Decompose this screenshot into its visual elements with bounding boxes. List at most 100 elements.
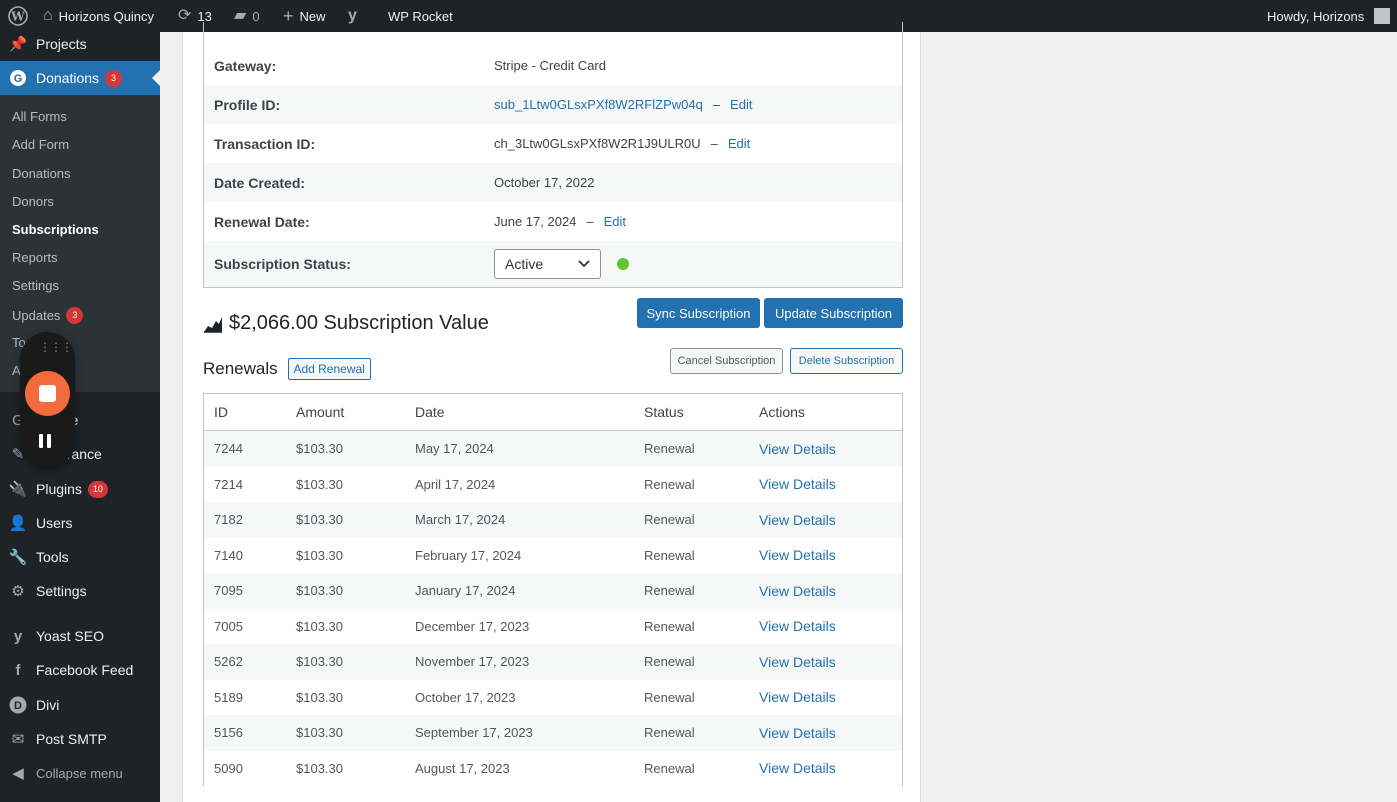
renewal-id: 7095: [214, 583, 243, 599]
view-details-link[interactable]: View Details: [759, 512, 836, 528]
renewal-date: August 17, 2023: [415, 760, 510, 776]
renewals-table-header: ID Amount Date Status Actions: [204, 394, 902, 431]
column-status: Status: [644, 404, 684, 420]
menu-yoast-seo[interactable]: y Yoast SEO: [0, 619, 160, 653]
submenu-settings[interactable]: Settings: [12, 278, 59, 293]
menu-label: Collapse menu: [36, 765, 123, 781]
table-row: 5189 $103.30 October 17, 2023 Renewal View D…: [204, 680, 902, 716]
subscription-details-table: Gateway: Stripe - Credit Card Profile ID…: [203, 22, 903, 288]
menu-label: Users: [36, 515, 73, 531]
renewal-status: Renewal: [644, 654, 695, 670]
submenu-add-form[interactable]: Add Form: [12, 137, 69, 152]
avatar: [1374, 8, 1391, 24]
menu-label: Settings: [36, 583, 87, 599]
renewal-date-edit-link[interactable]: Edit: [604, 214, 626, 229]
my-account-link[interactable]: Howdy, Horizons: [1267, 0, 1391, 32]
renewals-table: ID Amount Date Status Actions 7244 $103.3…: [203, 393, 903, 786]
renewal-status: Renewal: [644, 512, 695, 528]
profile-id-edit-link[interactable]: Edit: [730, 97, 752, 112]
pause-icon: [39, 434, 43, 448]
column-amount: Amount: [296, 404, 345, 420]
submenu-all-forms[interactable]: All Forms: [12, 109, 67, 124]
subscription-value-text: $2,066.00 Subscription Value: [229, 312, 489, 334]
renewal-status: Renewal: [644, 689, 695, 705]
cancel-subscription-button[interactable]: Cancel Subscription: [670, 348, 783, 374]
renewal-amount: $103.30: [296, 441, 343, 457]
renewal-id: 7140: [214, 547, 243, 563]
renewal-date-value: June 17, 2024: [494, 214, 577, 229]
table-row: 7095 $103.30 January 17, 2024 Renewal View D…: [204, 573, 902, 609]
stop-recording-button[interactable]: [25, 371, 70, 416]
submenu-donors[interactable]: Donors: [12, 194, 54, 209]
view-details-link[interactable]: View Details: [759, 689, 836, 705]
tools-icon: 🔧: [8, 549, 28, 566]
menu-label: Post SMTP: [36, 731, 107, 747]
subscription-status-label: Subscription Status:: [214, 256, 351, 272]
table-row: 7244 $103.30 May 17, 2024 Renewal View Detai…: [204, 431, 902, 467]
view-details-link[interactable]: View Details: [759, 583, 836, 599]
transaction-id-value: ch_3Ltw0GLsxPXf8W2R1J9ULR0U: [494, 136, 701, 151]
view-details-link[interactable]: View Details: [759, 441, 836, 457]
column-actions: Actions: [759, 404, 805, 420]
renewals-title: Renewals: [203, 359, 278, 378]
svg-text:D: D: [14, 700, 22, 712]
delete-subscription-button[interactable]: Delete Subscription: [790, 348, 903, 374]
plugins-icon: 🔌: [8, 481, 28, 498]
users-icon: 👤: [8, 515, 28, 532]
svg-text:G: G: [14, 73, 23, 85]
subscription-status-select[interactable]: Active: [494, 249, 601, 279]
transaction-id-edit-link[interactable]: Edit: [728, 136, 750, 151]
view-details-link[interactable]: View Details: [759, 547, 836, 563]
menu-label: Yoast SEO: [36, 628, 104, 644]
details-row-date-created: Date Created: October 17, 2022: [204, 163, 902, 202]
renewal-date: March 17, 2024: [415, 512, 506, 528]
renewal-date: October 17, 2023: [415, 689, 516, 705]
give-icon: G: [0, 69, 36, 87]
view-details-link[interactable]: View Details: [759, 618, 836, 634]
updates-badge: 3: [66, 307, 84, 324]
view-details-link[interactable]: View Details: [759, 476, 836, 492]
menu-projects[interactable]: 📌 Projects: [0, 27, 160, 61]
details-row-status: Subscription Status: Active: [204, 241, 902, 287]
menu-divi[interactable]: D Divi: [0, 688, 160, 722]
submenu-subscriptions[interactable]: Subscriptions: [12, 222, 99, 237]
update-subscription-button[interactable]: Update Subscription: [764, 298, 903, 328]
menu-post-smtp[interactable]: ✉ Post SMTP: [0, 722, 160, 756]
submenu-updates[interactable]: Updates 3: [12, 307, 84, 324]
table-row: 5156 $103.30 September 17, 2023 Renewal View…: [204, 715, 902, 751]
sync-subscription-button[interactable]: Sync Subscription: [637, 298, 760, 328]
details-row-transaction-id: Transaction ID: ch_3Ltw0GLsxPXf8W2R1J9UL…: [214, 135, 751, 152]
menu-tools[interactable]: 🔧 Tools: [0, 540, 160, 574]
submenu-donations[interactable]: Donations: [12, 166, 71, 181]
menu-settings[interactable]: ⚙ Settings: [0, 574, 160, 608]
renewal-date: May 17, 2024: [415, 441, 494, 457]
renewal-status: Renewal: [644, 476, 695, 492]
table-row: 5262 $103.30 November 17, 2023 Renewal View …: [204, 644, 902, 680]
menu-users[interactable]: 👤 Users: [0, 506, 160, 540]
pause-recording-button[interactable]: [39, 434, 51, 448]
submenu-reports[interactable]: Reports: [12, 250, 58, 265]
menu-label: Tools: [36, 549, 69, 565]
table-row: 7005 $103.30 December 17, 2023 Renewal View …: [204, 609, 902, 645]
howdy-text: Howdy, Horizons: [1267, 8, 1365, 24]
date-created-value: October 17, 2022: [494, 175, 595, 190]
table-row: 5090 $103.30 August 17, 2023 Renewal View De…: [204, 751, 902, 787]
profile-id-label: Profile ID:: [214, 96, 281, 113]
main-content: Gateway: Stripe - Credit Card Profile ID…: [160, 22, 1397, 802]
renewal-id: 7005: [214, 618, 243, 634]
renewal-status: Renewal: [644, 760, 695, 776]
add-renewal-button[interactable]: Add Renewal: [287, 358, 371, 380]
menu-plugins[interactable]: 🔌 Plugins 10: [0, 472, 160, 506]
view-details-link[interactable]: View Details: [759, 725, 836, 741]
profile-id-link[interactable]: sub_1Ltw0GLsxPXf8W2RFlZPw04q: [494, 97, 703, 112]
menu-donations[interactable]: G Donations 3: [0, 61, 160, 95]
collapse-menu-button[interactable]: ◀ Collapse menu: [0, 756, 160, 790]
renewal-status: Renewal: [644, 725, 695, 741]
view-details-link[interactable]: View Details: [759, 654, 836, 670]
renewal-status: Renewal: [644, 583, 695, 599]
drag-handle-icon[interactable]: ⋮⋮⋮: [39, 340, 73, 354]
refresh-icon: ⟳: [178, 7, 192, 24]
renewal-amount: $103.30: [296, 547, 343, 563]
view-details-link[interactable]: View Details: [759, 760, 836, 776]
menu-facebook-feed[interactable]: f Facebook Feed: [0, 653, 160, 687]
